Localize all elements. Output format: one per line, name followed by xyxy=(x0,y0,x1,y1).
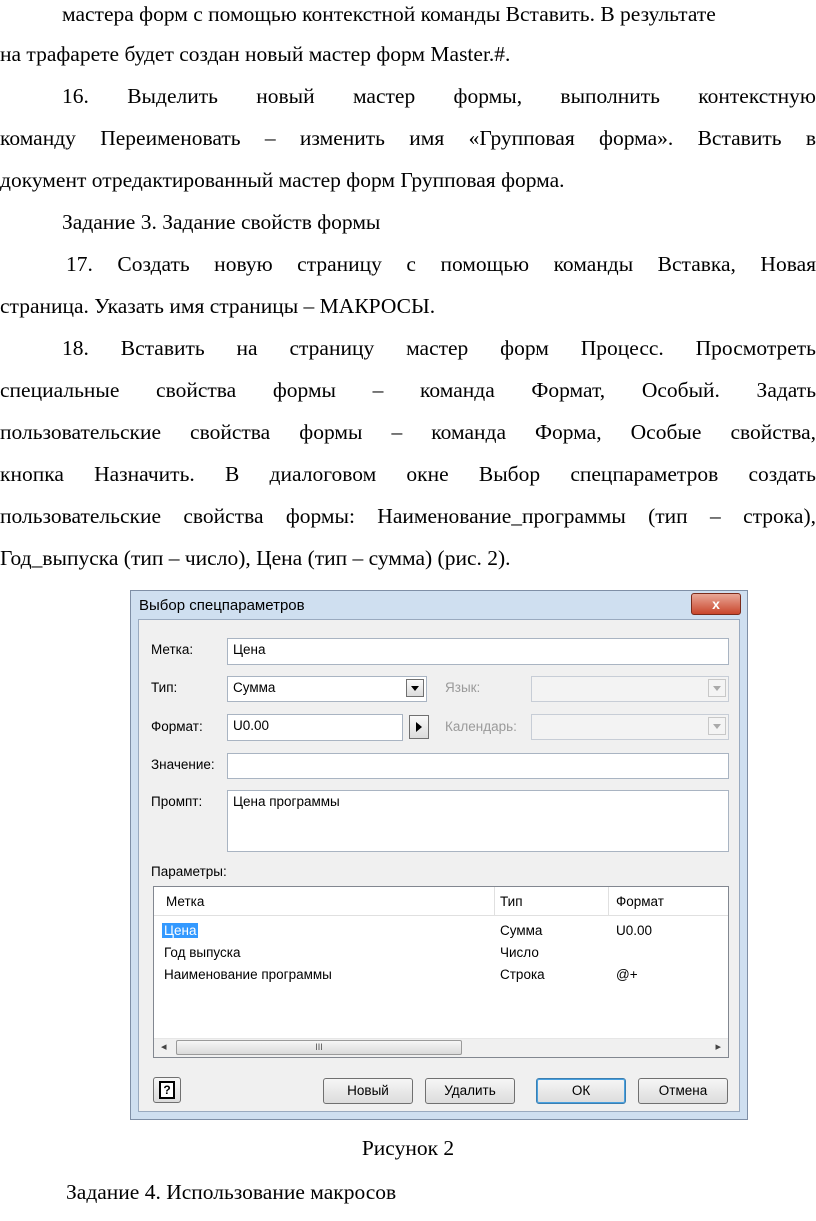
lang-field-label: Язык: xyxy=(445,680,481,695)
type-field-label: Тип: xyxy=(151,680,178,695)
format-field-label: Формат: xyxy=(151,719,203,734)
cancel-button[interactable]: Отмена xyxy=(638,1078,728,1104)
new-button[interactable]: Новый xyxy=(323,1078,413,1104)
text-line: специальные свойства формы – команда Фор… xyxy=(0,378,816,402)
horizontal-scrollbar[interactable]: ◂ III ▸ xyxy=(154,1038,728,1057)
help-icon: ? xyxy=(159,1081,175,1099)
text-line: 17. Создать новую страницу с помощью ком… xyxy=(66,252,816,276)
prompt-field-label: Промпт: xyxy=(151,794,203,809)
label-field-label: Метка: xyxy=(151,642,194,657)
row-format: @+ xyxy=(616,967,638,982)
section-heading: Задание 3. Задание свойств формы xyxy=(62,210,381,234)
list-row[interactable]: Наименование программы Строка @+ xyxy=(154,965,728,987)
type-select-value: Сумма xyxy=(233,680,276,695)
close-button[interactable]: x xyxy=(691,593,741,615)
value-input[interactable] xyxy=(227,753,729,779)
prompt-textarea[interactable]: Цена программы xyxy=(227,790,729,852)
chevron-down-icon xyxy=(708,679,726,697)
column-header[interactable]: Формат xyxy=(616,894,664,909)
text-line: мастера форм с помощью контекстной коман… xyxy=(62,2,716,26)
type-select[interactable]: Сумма xyxy=(227,676,427,702)
scroll-thumb[interactable]: III xyxy=(176,1040,462,1055)
section-heading: Задание 4. Использование макросов xyxy=(66,1180,397,1204)
row-type: Число xyxy=(500,945,539,960)
list-row[interactable]: Цена Сумма U0.00 xyxy=(154,921,728,943)
ok-button[interactable]: ОК xyxy=(536,1078,626,1104)
label-input[interactable]: Цена xyxy=(227,638,729,665)
row-label: Наименование программы xyxy=(164,967,332,982)
text-line: команду Переименовать – изменить имя «Гр… xyxy=(0,126,816,150)
text-line: пользовательские свойства формы: Наимено… xyxy=(0,504,816,528)
scroll-left-icon[interactable]: ◂ xyxy=(161,1040,167,1053)
row-format: U0.00 xyxy=(616,923,653,938)
chevron-down-icon[interactable] xyxy=(406,679,424,697)
text-line: 16. Выделить новый мастер формы, выполни… xyxy=(62,84,816,108)
row-label: Год выпуска xyxy=(164,945,241,960)
params-list[interactable]: Метка Тип Формат Цена Сумма U0.00 Год вы… xyxy=(153,886,729,1058)
lang-select xyxy=(531,676,729,702)
row-type: Строка xyxy=(500,967,545,982)
text-line: Год_выпуска (тип – число), Цена (тип – с… xyxy=(0,546,511,570)
calendar-field-label: Календарь: xyxy=(445,719,517,734)
text-line: на трафарете будет создан новый мастер ф… xyxy=(0,42,511,66)
format-menu-button[interactable] xyxy=(409,715,429,739)
row-type: Сумма xyxy=(500,923,543,938)
column-header[interactable]: Тип xyxy=(500,894,523,909)
value-field-label: Значение: xyxy=(151,757,215,772)
figure-caption: Рисунок 2 xyxy=(361,1136,455,1160)
text-line: пользовательские свойства формы – команд… xyxy=(0,420,816,444)
calendar-select xyxy=(531,714,729,740)
special-params-dialog: Выбор спецпараметров x Метка: Цена Тип: … xyxy=(130,590,748,1120)
help-button[interactable]: ? xyxy=(153,1077,181,1103)
text-line: страница. Указать имя страницы – МАКРОСЫ… xyxy=(0,294,436,318)
scroll-right-icon[interactable]: ▸ xyxy=(715,1040,721,1053)
dialog-body: Метка: Цена Тип: Сумма Язык: Формат: U0.… xyxy=(138,619,740,1112)
text-line: 18. Вставить на страницу мастер форм Про… xyxy=(62,336,816,360)
column-header[interactable]: Метка xyxy=(166,894,204,909)
dialog-title: Выбор спецпараметров xyxy=(139,597,305,614)
row-label: Цена xyxy=(162,923,199,938)
params-label: Параметры: xyxy=(151,864,227,879)
format-input[interactable]: U0.00 xyxy=(227,714,403,741)
delete-button[interactable]: Удалить xyxy=(425,1078,515,1104)
text-line: кнопка Назначить. В диалоговом окне Выбо… xyxy=(0,462,816,486)
chevron-down-icon xyxy=(708,717,726,735)
text-line: документ отредактированный мастер форм Г… xyxy=(0,168,565,192)
list-header: Метка Тип Формат xyxy=(154,887,728,916)
list-row[interactable]: Год выпуска Число xyxy=(154,943,728,965)
